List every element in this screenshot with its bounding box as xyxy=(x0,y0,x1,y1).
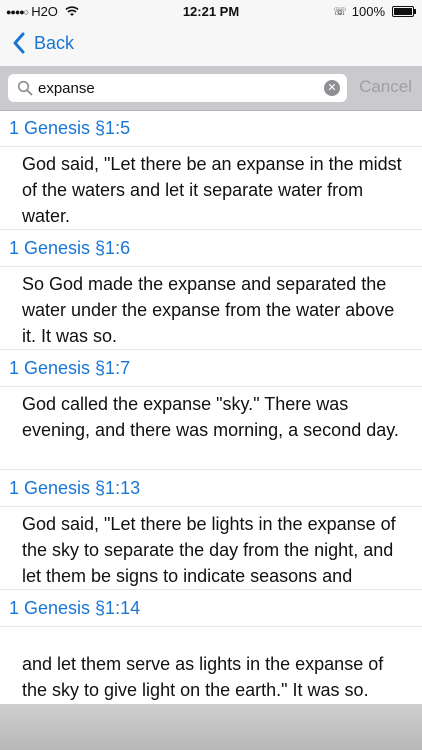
result-text[interactable]: God called the expanse "sky." There was … xyxy=(0,387,422,470)
bottom-toolbar xyxy=(0,704,422,750)
call-forwarding-icon: ☏ xyxy=(332,6,347,18)
result-reference[interactable]: 1 Genesis §1:7 xyxy=(0,350,422,387)
status-bar: ●●●●○ H2O 12:21 PM ☏ 100% xyxy=(0,0,422,22)
result-text[interactable]: So God made the expanse and separated th… xyxy=(0,267,422,350)
chevron-left-icon xyxy=(13,32,25,54)
result-reference[interactable]: 1 Genesis §1:14 xyxy=(0,590,422,627)
battery-icon xyxy=(392,6,416,17)
navigation-bar: Back xyxy=(0,22,422,66)
result-text[interactable]: God said, "Let there be lights in the ex… xyxy=(0,507,422,590)
battery-percent: 100% xyxy=(351,4,385,19)
search-icon xyxy=(17,80,33,96)
back-button-label: Back xyxy=(34,32,75,53)
result-reference[interactable]: 1 Genesis §1:13 xyxy=(0,470,422,507)
result-reference[interactable]: 1 Genesis §1:5 xyxy=(0,110,422,147)
search-bar: ✕ Cancel xyxy=(0,66,422,111)
back-button[interactable]: Back xyxy=(10,31,74,55)
result-reference[interactable]: 1 Genesis §1:6 xyxy=(0,230,422,267)
search-input[interactable] xyxy=(38,78,318,98)
search-results-list: 1 Genesis §1:5 God said, "Let there be a… xyxy=(0,110,422,712)
cancel-button[interactable]: Cancel xyxy=(359,77,412,97)
result-text[interactable]: God said, "Let there be an expanse in th… xyxy=(0,147,422,230)
clear-search-icon[interactable]: ✕ xyxy=(324,80,340,96)
search-field[interactable]: ✕ xyxy=(8,74,347,102)
result-text[interactable]: and let them serve as lights in the expa… xyxy=(0,627,422,712)
